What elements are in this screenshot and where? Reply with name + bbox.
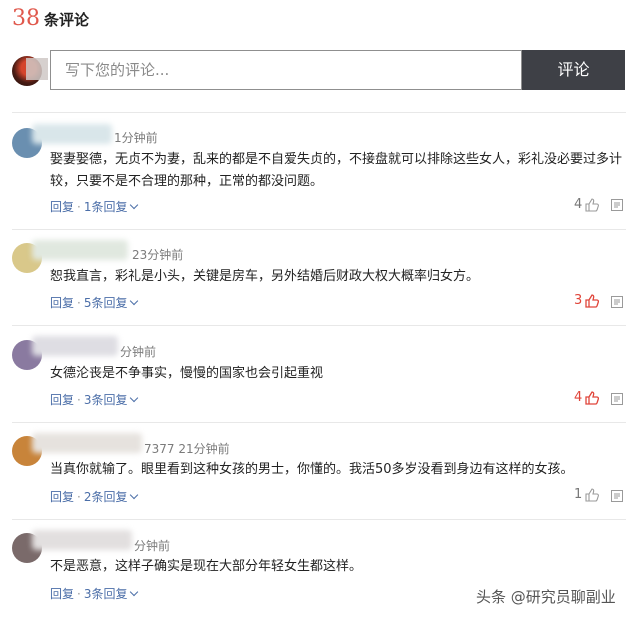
comment-time: 分钟前 xyxy=(120,345,157,359)
like-count: 1 xyxy=(574,487,583,502)
thumbs-up-icon xyxy=(585,293,600,308)
chevron-down-icon xyxy=(130,490,139,500)
divider xyxy=(12,519,626,520)
username-redacted xyxy=(32,433,142,453)
like-count: 4 xyxy=(574,390,583,405)
comment-text: 不是恶意，这样子确实是现在大部分年轻女生都这样。 xyxy=(50,559,363,574)
report-icon[interactable] xyxy=(611,393,623,405)
avatar-mosaic xyxy=(26,58,48,80)
report-icon[interactable] xyxy=(611,490,623,502)
comment-count: 38 xyxy=(12,6,40,31)
view-replies-button[interactable]: 3条回复 xyxy=(84,393,128,407)
like-button[interactable]: 4 xyxy=(574,390,600,405)
thumbs-up-icon xyxy=(585,197,600,212)
comment-text: 恕我直言，彩礼是小头，关键是房车，另外结婚后财政大权大概率归女方。 xyxy=(50,269,480,284)
divider xyxy=(12,229,626,230)
username-redacted xyxy=(32,336,118,356)
comment-time: 1分钟前 xyxy=(114,131,158,145)
comment-actions: 回复 · 3条回复 xyxy=(50,391,139,408)
chevron-down-icon xyxy=(130,587,139,597)
report-icon[interactable] xyxy=(611,199,623,211)
view-replies-button[interactable]: 3条回复 xyxy=(84,587,128,601)
reply-button[interactable]: 回复 xyxy=(50,296,74,310)
comment-time: 7377 21分钟前 xyxy=(144,442,230,456)
comment-actions: 回复 · 5条回复 xyxy=(50,294,139,311)
comment-count-label: 条评论 xyxy=(44,11,90,29)
reply-button[interactable]: 回复 xyxy=(50,490,74,504)
view-replies-button[interactable]: 5条回复 xyxy=(84,296,128,310)
divider xyxy=(12,112,626,113)
comment-text: 女德沦丧是不争事实，慢慢的国家也会引起重视 xyxy=(50,366,324,381)
divider xyxy=(12,325,626,326)
like-button[interactable]: 4 xyxy=(574,197,600,212)
thumbs-up-icon xyxy=(585,487,600,502)
reply-button[interactable]: 回复 xyxy=(50,393,74,407)
like-button[interactable]: 1 xyxy=(574,487,600,502)
chevron-down-icon xyxy=(130,296,139,306)
comment-text: 娶妻娶德，无贞不为妻，乱来的都是不自爱失贞的，不接盘就可以排除这些女人，彩礼没必… xyxy=(50,152,623,189)
comment-time: 分钟前 xyxy=(134,539,171,553)
view-replies-button[interactable]: 2条回复 xyxy=(84,490,128,504)
watermark: 头条 @研究员聊副业 xyxy=(476,588,616,606)
like-button[interactable]: 3 xyxy=(574,293,600,308)
comment-input[interactable]: 写下您的评论... xyxy=(50,50,522,90)
like-count: 4 xyxy=(574,197,583,212)
reply-button[interactable]: 回复 xyxy=(50,587,74,601)
report-icon[interactable] xyxy=(611,296,623,308)
comment-time: 23分钟前 xyxy=(132,248,184,262)
chevron-down-icon xyxy=(130,200,139,210)
thumbs-up-icon xyxy=(585,390,600,405)
chevron-down-icon xyxy=(130,393,139,403)
submit-comment-button[interactable]: 评论 xyxy=(522,50,625,90)
view-replies-button[interactable]: 1条回复 xyxy=(84,200,128,214)
username-redacted xyxy=(32,530,132,550)
comment-actions: 回复 · 2条回复 xyxy=(50,488,139,505)
username-redacted xyxy=(32,240,128,260)
comment-actions: 回复 · 3条回复 xyxy=(50,585,139,602)
comment-text: 当真你就输了。眼里看到这种女孩的男士，你懂的。我活50多岁没看到身边有这样的女孩… xyxy=(50,462,574,477)
comments-header: 38 条评论 xyxy=(12,6,89,34)
divider xyxy=(12,422,626,423)
username-redacted xyxy=(32,124,112,144)
like-count: 3 xyxy=(574,293,583,308)
comment-actions: 回复 · 1条回复 xyxy=(50,198,139,215)
reply-button[interactable]: 回复 xyxy=(50,200,74,214)
